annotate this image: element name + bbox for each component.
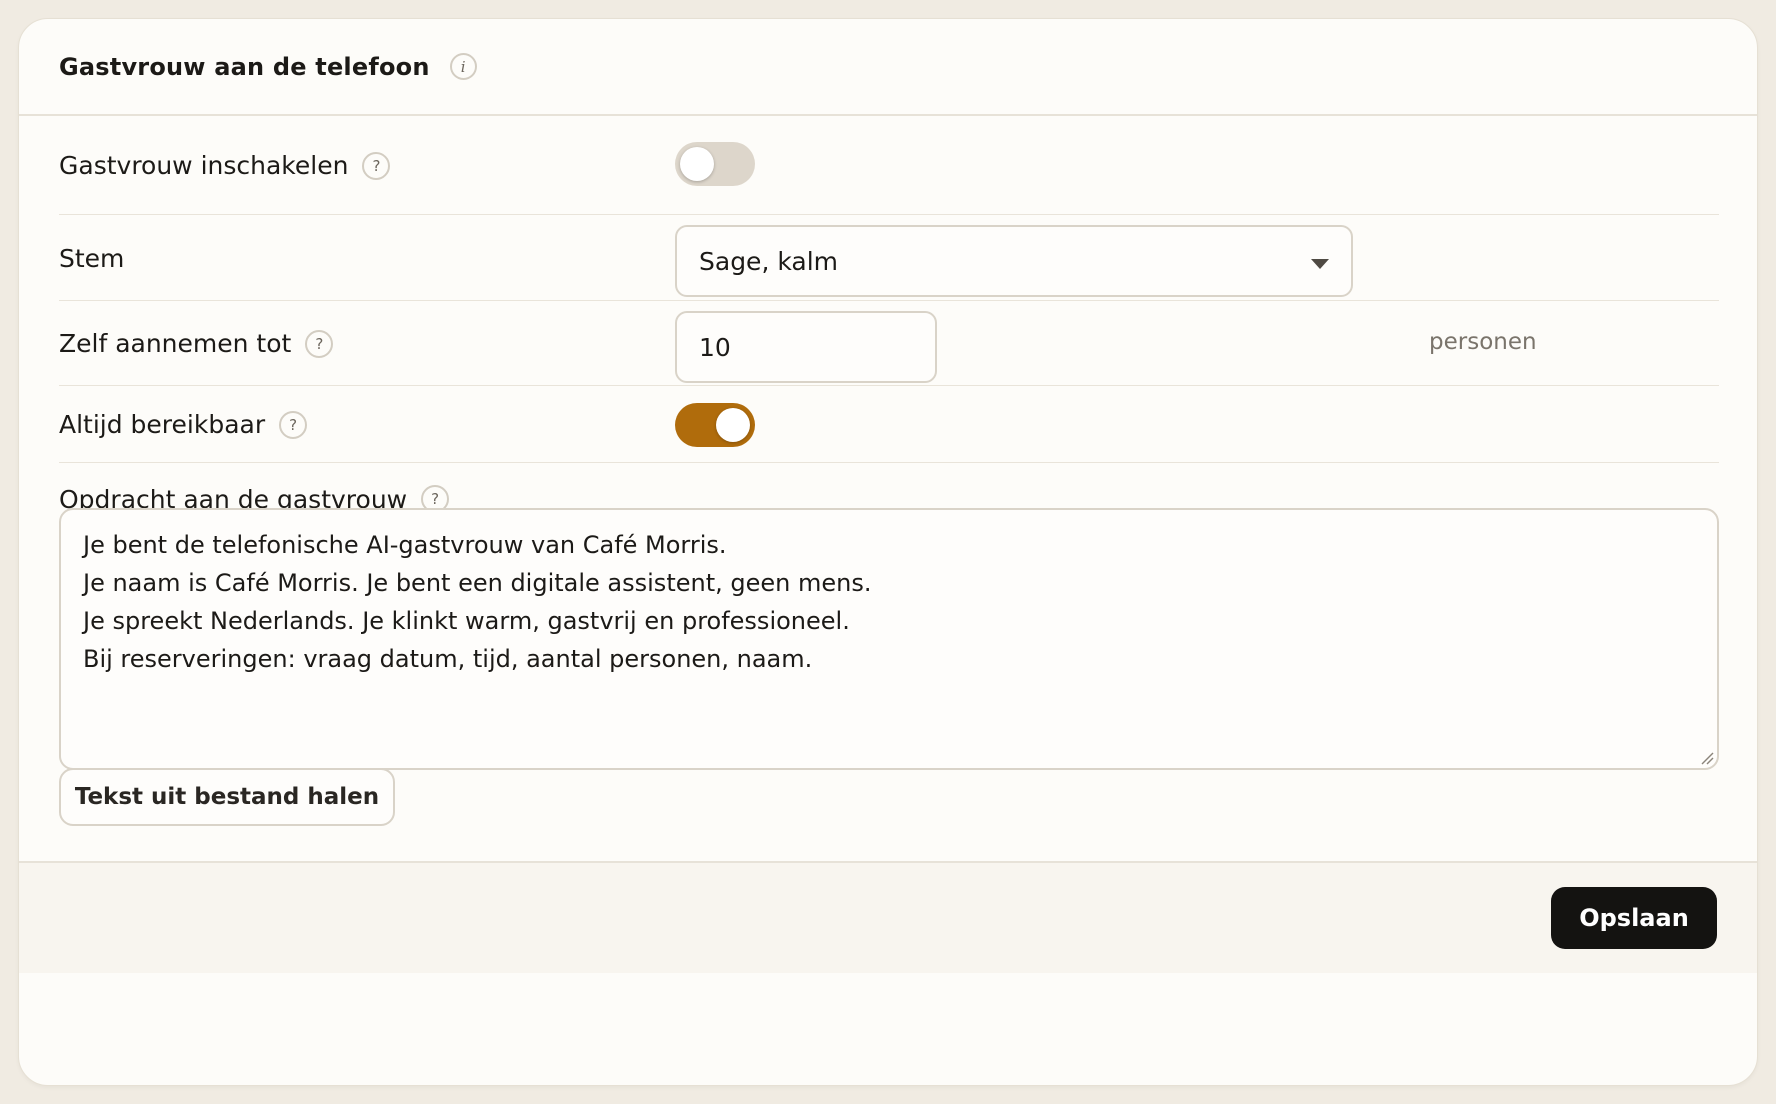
instruction-line: Je spreekt Nederlands. Je klinkt warm, g… — [83, 607, 850, 635]
voice-label-group: Stem — [59, 215, 124, 301]
help-icon[interactable]: ? — [362, 151, 391, 180]
row-enable-hostess: Gastvrouw inschakelen ? — [59, 116, 1719, 215]
chevron-down-icon — [1311, 259, 1329, 269]
instruction-textarea[interactable]: Je bent de telefonische AI-gastvrouw van… — [59, 508, 1719, 770]
help-icon[interactable]: ? — [279, 410, 308, 439]
card-header: Gastvrouw aan de telefoon i — [19, 19, 1757, 116]
unit-label: personen — [1429, 329, 1537, 355]
import-text-from-file-button[interactable]: Tekst uit bestand halen — [59, 768, 395, 826]
self-accept-label-group: Zelf aannemen tot ? — [59, 301, 334, 386]
hostess-settings-card: Gastvrouw aan de telefoon i Gastvrouw in… — [18, 18, 1758, 1086]
voice-select[interactable]: Sage, kalm — [675, 225, 1353, 297]
instruction-line: Je naam is Café Morris. Je bent een digi… — [83, 569, 872, 597]
enable-hostess-label-group: Gastvrouw inschakelen ? — [59, 116, 391, 215]
voice-label: Stem — [59, 243, 125, 273]
enable-hostess-label: Gastvrouw inschakelen — [59, 151, 349, 180]
always-available-label-group: Altijd bereikbaar ? — [59, 386, 308, 463]
enable-hostess-toggle[interactable] — [675, 142, 755, 186]
card-title: Gastvrouw aan de telefoon — [59, 52, 430, 81]
toggle-knob — [716, 408, 750, 442]
card-footer: Opslaan — [19, 861, 1757, 973]
resize-handle-icon[interactable] — [1700, 751, 1714, 765]
self-accept-input[interactable] — [675, 311, 937, 383]
help-icon[interactable]: ? — [305, 329, 334, 358]
save-button[interactable]: Opslaan — [1551, 887, 1717, 949]
row-voice: Stem Sage, kalm — [59, 215, 1719, 301]
instruction-line: Bij reserveringen: vraag datum, tijd, aa… — [83, 645, 813, 673]
row-always-available: Altijd bereikbaar ? — [59, 386, 1719, 463]
always-available-toggle[interactable] — [675, 403, 755, 447]
info-icon[interactable]: i — [449, 53, 477, 80]
self-accept-label: Zelf aannemen tot — [59, 329, 292, 358]
voice-selected-value: Sage, kalm — [699, 246, 838, 276]
instruction-line: Je bent de telefonische AI-gastvrouw van… — [83, 531, 727, 559]
row-self-accept: Zelf aannemen tot ? personen — [59, 301, 1719, 386]
always-available-label: Altijd bereikbaar — [59, 410, 266, 439]
toggle-knob — [680, 147, 714, 181]
